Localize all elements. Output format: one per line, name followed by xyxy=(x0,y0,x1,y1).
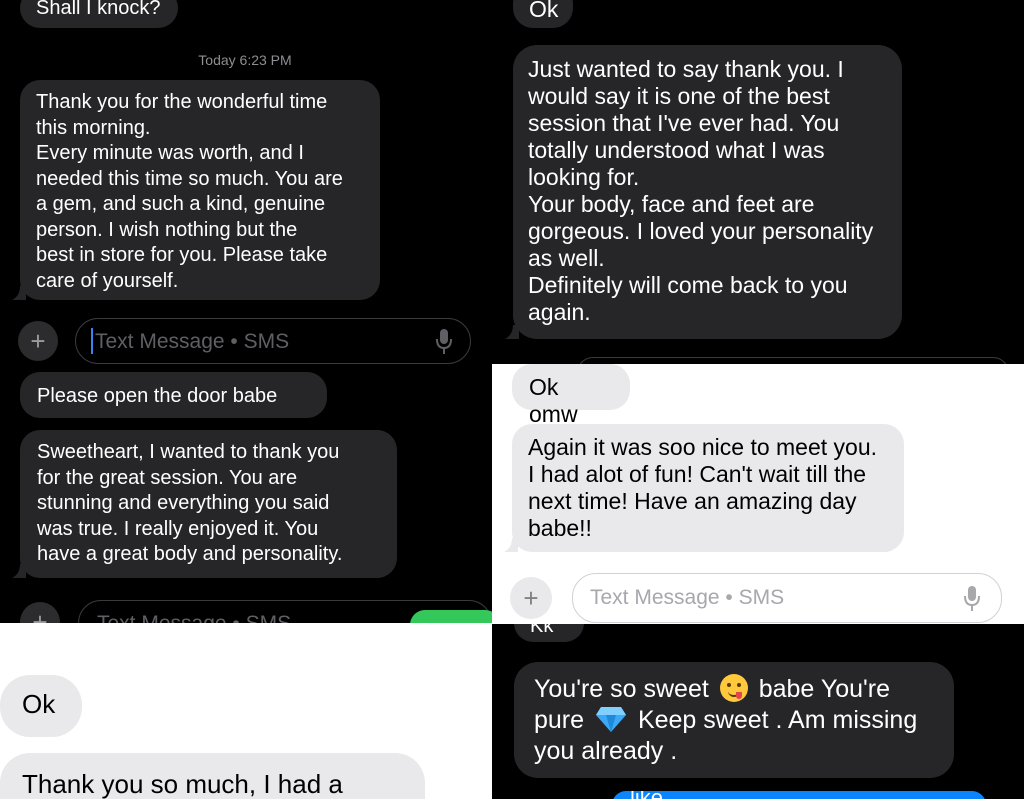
message-text: Ok xyxy=(22,689,56,719)
message-line: you already . xyxy=(534,737,678,765)
message-bubble: Thank you so much, I had a xyxy=(0,753,425,799)
message-input-placeholder: Text Message • SMS xyxy=(590,586,785,609)
panel-bottom-left: Ok Thank you so much, I had a xyxy=(0,623,492,799)
message-text: Thank you for the wonderful time this mo… xyxy=(36,91,343,292)
panel-mid-right: Ok omw Again it was soo nice to meet you… xyxy=(492,364,1024,624)
message-bubble: Shall I knock? xyxy=(20,0,178,28)
message-text: Kk xyxy=(530,624,554,637)
message-text: Ok omw xyxy=(529,374,578,427)
message-bubble: Ok xyxy=(513,0,573,28)
message-text: Ok xyxy=(529,0,559,22)
message-bubble: Kk xyxy=(514,624,584,642)
message-bubble: Thank you for the wonderful time this mo… xyxy=(20,80,380,300)
panel-bottom-right: Kk You're so sweet babe You're pure Keep… xyxy=(492,624,1024,799)
message-bubble: You're so sweet babe You're pure Keep sw… xyxy=(514,662,954,778)
panel-mid-left: Please open the door babe Sweetheart, I … xyxy=(0,370,492,623)
panel-top-left: Shall I knock? Today 6:23 PM Thank you f… xyxy=(0,0,492,370)
message-text: Shall I knock? xyxy=(36,0,161,19)
add-attachment-button[interactable]: + xyxy=(510,577,552,619)
microphone-icon[interactable] xyxy=(434,327,454,357)
gem-emoji xyxy=(596,707,626,732)
message-text: Sweetheart, I wanted to thank you for th… xyxy=(37,441,343,565)
bubble-tail xyxy=(505,325,519,339)
add-attachment-button[interactable]: + xyxy=(18,321,58,361)
message-bubble: Please open the door babe xyxy=(20,372,327,418)
add-attachment-button[interactable]: + xyxy=(20,602,60,623)
message-input-placeholder: Text Message • SMS xyxy=(95,330,290,353)
bubble-tail xyxy=(12,286,26,300)
bubble-tail xyxy=(12,564,26,578)
message-bubble: Ok xyxy=(0,675,82,737)
bubble-tail xyxy=(504,538,518,552)
message-line: You're so sweet babe You're xyxy=(534,674,891,703)
timestamp: Today 6:23 PM xyxy=(198,52,292,68)
message-line: pure Keep sweet . Am missing xyxy=(534,706,918,734)
microphone-icon[interactable] xyxy=(962,584,982,614)
message-bubble: Again it was soo nice to meet you. I had… xyxy=(512,424,904,552)
panel-top-right: Ok Just wanted to say thank you. I would… xyxy=(492,0,1024,364)
message-input-placeholder: Text Message • SMS xyxy=(97,612,291,623)
smiling-face-emoji xyxy=(719,674,748,702)
message-bubble: Ok omw xyxy=(512,364,630,427)
message-text: Again it was soo nice to meet you. I had… xyxy=(528,434,878,541)
message-bubble: Just wanted to say thank you. I would sa… xyxy=(513,45,902,339)
text-caret xyxy=(91,328,93,354)
message-input-edge xyxy=(577,357,1009,364)
sent-message-bubble: like. xyxy=(612,791,986,799)
sent-message-bubble xyxy=(410,610,492,623)
sent-message-text: like. xyxy=(630,791,669,799)
message-text: Please open the door babe xyxy=(37,385,278,407)
message-bubble: Sweetheart, I wanted to thank you for th… xyxy=(20,430,397,578)
message-text: Just wanted to say thank you. I would sa… xyxy=(528,56,874,325)
message-text: Thank you so much, I had a xyxy=(22,769,343,799)
